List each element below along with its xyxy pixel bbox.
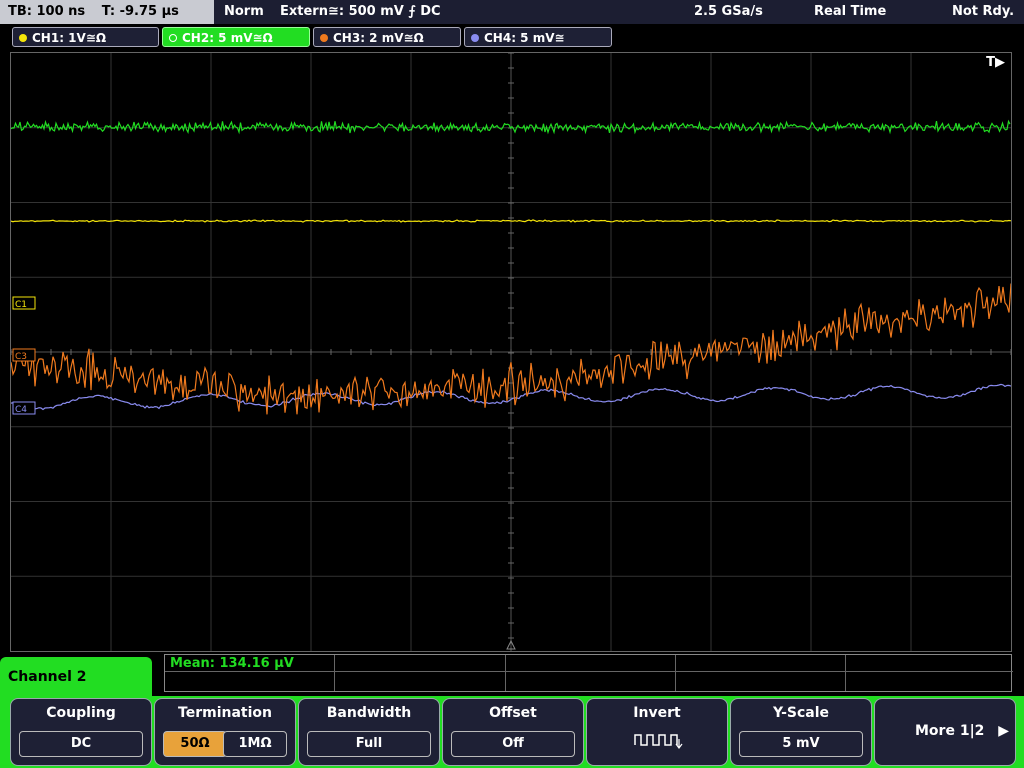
sample-rate[interactable]: 2.5 GSa/s xyxy=(694,0,763,24)
channel-2-dot-icon xyxy=(169,33,177,42)
waveform-display[interactable]: C1 C3 C4 T▶ xyxy=(10,52,1012,652)
coupling-value[interactable]: DC xyxy=(19,731,143,757)
termination-softkey[interactable]: Termination 50Ω 1MΩ xyxy=(154,698,296,766)
channel-4-label: CH4: 5 mV≅ xyxy=(484,31,565,45)
measurement-divider xyxy=(165,671,1013,672)
channel-3-label: CH3: 2 mV≅Ω xyxy=(333,31,424,45)
measurement-divider xyxy=(334,655,335,691)
waveform-canvas: C1 C3 C4 xyxy=(11,53,1011,651)
svg-text:C4: C4 xyxy=(15,405,27,415)
channel-4-dot-icon xyxy=(471,33,479,42)
bandwidth-title: Bandwidth xyxy=(326,705,412,721)
y-scale-softkey[interactable]: Y-Scale 5 mV xyxy=(730,698,872,766)
termination-50ohm-option[interactable]: 50Ω xyxy=(163,731,227,757)
more-softkey[interactable]: More 1|2 ▶ xyxy=(874,698,1016,766)
y-scale-value[interactable]: 5 mV xyxy=(739,731,863,757)
measurement-divider xyxy=(845,655,846,691)
timebase-value: TB: 100 ns xyxy=(8,4,86,19)
termination-title: Termination xyxy=(178,705,272,721)
trigger-time-value: T: -9.75 µs xyxy=(101,4,179,19)
svg-text:C3: C3 xyxy=(15,352,27,362)
acquisition-mode[interactable]: Real Time xyxy=(814,0,886,24)
offset-value[interactable]: Off xyxy=(451,731,575,757)
invert-waveform-icon xyxy=(634,734,683,749)
trigger-position-marker: T▶ xyxy=(986,55,1005,70)
measurement-panel: Mean: 134.16 µV xyxy=(164,654,1013,692)
more-label: More 1|2 xyxy=(915,723,985,739)
channel-1-label: CH1: 1V≅Ω xyxy=(32,31,107,45)
termination-1mohm-option[interactable]: 1MΩ xyxy=(223,731,287,757)
channel-panel-title: Channel 2 xyxy=(8,669,87,685)
channel-2-tab[interactable]: CH2: 5 mV≅Ω xyxy=(162,27,310,47)
offset-softkey[interactable]: Offset Off xyxy=(442,698,584,766)
coupling-softkey[interactable]: Coupling DC xyxy=(10,698,152,766)
svg-text:C1: C1 xyxy=(15,300,27,310)
channel-4-tab[interactable]: CH4: 5 mV≅ xyxy=(464,27,612,47)
measurement-divider xyxy=(675,655,676,691)
trigger-status: Not Rdy. xyxy=(952,4,1015,19)
channel-1-dot-icon xyxy=(19,33,27,42)
channel-2-label: CH2: 5 mV≅Ω xyxy=(182,31,273,45)
bandwidth-softkey[interactable]: Bandwidth Full xyxy=(298,698,440,766)
status-bar: TB: 100 ns T: -9.75 µs Norm Extern≅: 500… xyxy=(0,0,1024,24)
channel-offset-marker[interactable]: C4 xyxy=(12,401,36,415)
channel-offset-marker[interactable]: C3 xyxy=(12,348,36,362)
trigger-mode[interactable]: Norm xyxy=(224,0,264,24)
mean-measurement: Mean: 134.16 µV xyxy=(170,656,294,671)
coupling-title: Coupling xyxy=(46,705,116,721)
more-arrow-icon: ▶ xyxy=(998,723,1009,739)
channel-tab-row: CH1: 1V≅Ω CH2: 5 mV≅Ω CH3: 2 mV≅Ω CH4: 5… xyxy=(0,24,1024,50)
trigger-source[interactable]: Extern≅: 500 mV ⨍ DC xyxy=(280,0,441,24)
y-scale-title: Y-Scale xyxy=(772,705,829,721)
invert-title: Invert xyxy=(633,705,681,721)
channel-1-tab[interactable]: CH1: 1V≅Ω xyxy=(12,27,159,47)
invert-softkey[interactable]: Invert xyxy=(586,698,728,766)
offset-title: Offset xyxy=(489,705,537,721)
channel-3-dot-icon xyxy=(320,33,328,42)
bandwidth-value[interactable]: Full xyxy=(307,731,431,757)
channel-offset-marker[interactable]: C1 xyxy=(12,296,36,310)
measurement-divider xyxy=(505,655,506,691)
channel-3-tab[interactable]: CH3: 2 mV≅Ω xyxy=(313,27,461,47)
timebase-box[interactable]: TB: 100 ns T: -9.75 µs xyxy=(0,0,214,24)
